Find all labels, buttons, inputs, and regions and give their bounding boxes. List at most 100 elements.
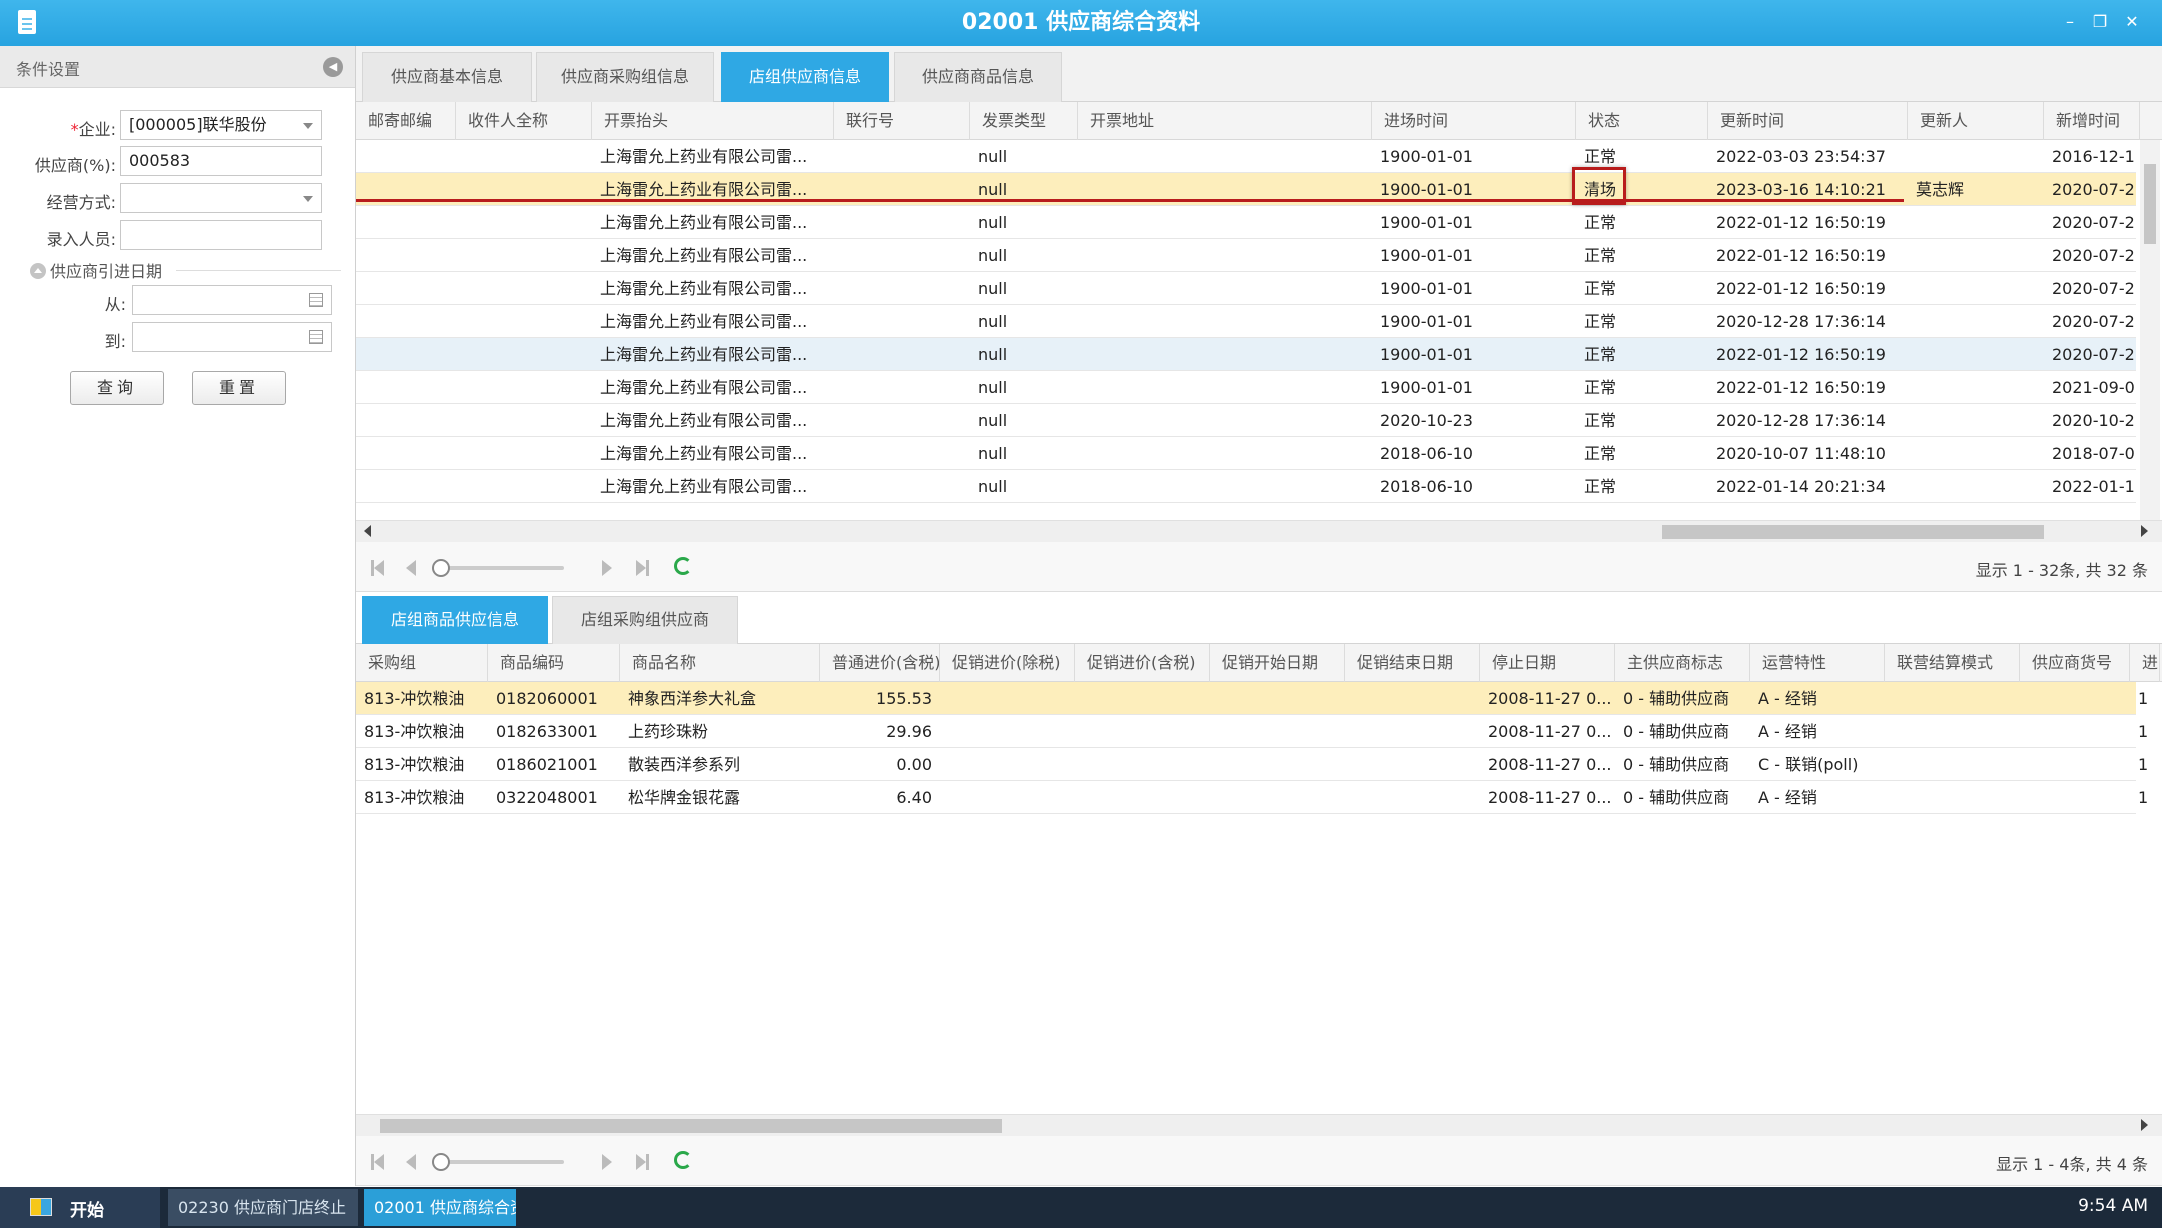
table-cell: 2022-01-12 16:50:19 — [1716, 378, 1886, 397]
next-page-icon[interactable] — [602, 560, 612, 576]
chevron-down-icon[interactable] — [303, 123, 313, 129]
collapse-left-icon[interactable]: ◀ — [323, 57, 343, 77]
prev-page-icon[interactable] — [406, 560, 416, 576]
column-header[interactable]: 促销开始日期 — [1210, 644, 1345, 682]
minimize-button[interactable]: – — [2060, 12, 2080, 32]
chevron-down-icon[interactable] — [303, 196, 313, 202]
column-header[interactable]: 开票抬头 — [592, 102, 834, 140]
scrollbar-thumb[interactable] — [380, 1119, 1002, 1133]
close-button[interactable]: ✕ — [2122, 12, 2142, 32]
tab-store-group-supplier[interactable]: 店组供应商信息 — [721, 52, 889, 102]
table-row[interactable]: 上海雷允上药业有限公司雷... null 1900-01-01 正常 2022-01-1… — [356, 338, 2136, 371]
table-row[interactable]: 813-冲饮粮油 0186021001 散装西洋参系列 0.00 2008-11-27 … — [356, 748, 2148, 781]
column-header[interactable]: 运营特性 — [1750, 644, 1885, 682]
table-cell: 813-冲饮粮油 — [364, 722, 465, 741]
company-select[interactable]: [000005]联华股份 — [120, 110, 322, 140]
tab-store-group-product-supply[interactable]: 店组商品供应信息 — [362, 596, 548, 644]
column-header[interactable]: 供应商货号 — [2020, 644, 2130, 682]
column-header[interactable]: 发票类型 — [970, 102, 1078, 140]
calendar-icon[interactable] — [309, 330, 323, 344]
table-row[interactable]: 813-冲饮粮油 0322048001 松华牌金银花露 6.40 2008-11-27 … — [356, 781, 2148, 814]
column-header[interactable]: 收件人全称 — [456, 102, 592, 140]
first-page-icon[interactable] — [374, 560, 384, 576]
horizontal-scrollbar[interactable] — [356, 1114, 2162, 1136]
start-button[interactable]: 开始 — [0, 1187, 160, 1228]
table-row[interactable]: 上海雷允上药业有限公司雷... null 1900-01-01 正常 2022-01-1… — [356, 371, 2136, 404]
column-header[interactable]: 新增时间 — [2044, 102, 2140, 140]
column-header[interactable]: 促销进价(除税) — [940, 644, 1075, 682]
tab-supplier-purchase-group[interactable]: 供应商采购组信息 — [536, 52, 714, 102]
last-page-icon[interactable] — [636, 1154, 646, 1170]
entry-person-input[interactable] — [120, 220, 322, 250]
table-row[interactable]: 上海雷允上药业有限公司雷... null 2018-06-10 正常 2020-10-0… — [356, 437, 2136, 470]
column-header[interactable]: 促销结束日期 — [1345, 644, 1480, 682]
scrollbar-thumb[interactable] — [2144, 164, 2156, 244]
column-header[interactable]: 邮寄邮编 — [356, 102, 456, 140]
table-row[interactable]: 上海雷允上药业有限公司雷... null 2018-06-10 正常 2022-01-1… — [356, 470, 2136, 503]
column-header[interactable]: 联营结算模式 — [1885, 644, 2020, 682]
vertical-scrollbar[interactable] — [2140, 140, 2160, 520]
table-row[interactable]: 上海雷允上药业有限公司雷... null 1900-01-01 正常 2022-01-1… — [356, 272, 2136, 305]
refresh-icon[interactable] — [674, 557, 692, 575]
table-row[interactable]: 上海雷允上药业有限公司雷... null 1900-01-01 正常 2022-01-1… — [356, 206, 2136, 239]
table-cell — [456, 437, 592, 470]
first-page-icon[interactable] — [374, 1154, 384, 1170]
operation-mode-select[interactable] — [120, 183, 322, 213]
date-to-input[interactable] — [132, 322, 332, 352]
page-slider-knob[interactable] — [432, 559, 450, 577]
column-header[interactable]: 状态 — [1576, 102, 1708, 140]
scroll-right-icon[interactable] — [2141, 1119, 2148, 1131]
collapse-up-icon[interactable] — [30, 263, 46, 279]
window-title: 02001 供应商综合资料 — [961, 10, 1201, 35]
column-header[interactable]: 主供应商标志 — [1615, 644, 1750, 682]
supplier-input[interactable]: 000583 — [120, 146, 322, 176]
column-header[interactable]: 进场时间 — [1372, 102, 1576, 140]
page-slider-knob[interactable] — [432, 1153, 450, 1171]
tab-supplier-basic[interactable]: 供应商基本信息 — [362, 52, 532, 102]
column-header[interactable]: 采购组 — [356, 644, 488, 682]
column-header[interactable]: 商品名称 — [620, 644, 820, 682]
supplier-field-row: 供应商(%): 000583 — [0, 146, 356, 178]
last-page-icon[interactable] — [636, 560, 646, 576]
tab-store-group-purchase-supplier[interactable]: 店组采购组供应商 — [552, 596, 738, 644]
tab-supplier-product[interactable]: 供应商商品信息 — [894, 52, 1062, 102]
column-header[interactable]: 普通进价(含税) — [820, 644, 940, 682]
query-button[interactable]: 查询 — [70, 371, 164, 405]
table-row[interactable]: 813-冲饮粮油 0182633001 上药珍珠粉 29.96 2008-11-27 0… — [356, 715, 2148, 748]
table-row[interactable]: 上海雷允上药业有限公司雷... null 1900-01-01 正常 2020-12-2… — [356, 305, 2136, 338]
table-cell — [456, 239, 592, 272]
date-group-toggle[interactable]: 供应商引进日期 — [30, 258, 162, 282]
column-header[interactable]: 更新人 — [1908, 102, 2044, 140]
next-page-icon[interactable] — [602, 1154, 612, 1170]
reset-button[interactable]: 重置 — [192, 371, 286, 405]
scroll-left-icon[interactable] — [364, 525, 371, 537]
column-header[interactable]: 进 — [2130, 644, 2160, 682]
prev-page-icon[interactable] — [406, 1154, 416, 1170]
column-header[interactable]: 停止日期 — [1480, 644, 1615, 682]
table-cell: 1900-01-01 — [1380, 213, 1473, 232]
column-header[interactable]: 促销进价(含税) — [1075, 644, 1210, 682]
horizontal-scrollbar[interactable] — [356, 520, 2162, 542]
company-label: *企业: — [70, 120, 116, 139]
table-row[interactable]: 上海雷允上药业有限公司雷... null 2020-10-23 正常 2020-12-2… — [356, 404, 2136, 437]
table-row[interactable]: 上海雷允上药业有限公司雷... null 1900-01-01 正常 2022-01-1… — [356, 239, 2136, 272]
refresh-icon[interactable] — [674, 1151, 692, 1169]
table-row[interactable]: 813-冲饮粮油 0182060001 神象西洋参大礼盒 155.53 2008-11-… — [356, 682, 2148, 715]
scroll-right-icon[interactable] — [2141, 525, 2148, 537]
taskbar-item[interactable]: 02230 供应商门店终止 — [168, 1189, 358, 1226]
column-header[interactable]: 更新时间 — [1708, 102, 1908, 140]
page-slider[interactable] — [432, 1160, 564, 1164]
scrollbar-thumb[interactable] — [1662, 525, 2044, 539]
table-cell: 0 - 辅助供应商 — [1623, 788, 1730, 807]
column-header[interactable]: 联行号 — [834, 102, 970, 140]
table-cell: null — [978, 411, 1008, 430]
table-cell: 上海雷允上药业有限公司雷... — [600, 411, 808, 430]
date-from-input[interactable] — [132, 285, 332, 315]
column-header[interactable]: 开票地址 — [1078, 102, 1372, 140]
calendar-icon[interactable] — [309, 293, 323, 307]
restore-button[interactable]: ❐ — [2090, 12, 2110, 32]
column-header[interactable]: 商品编码 — [488, 644, 620, 682]
taskbar-item-active[interactable]: 02001 供应商综合资料 — [364, 1189, 516, 1226]
table-row[interactable]: 上海雷允上药业有限公司雷... null 1900-01-01 正常 2022-03-0… — [356, 140, 2136, 173]
page-slider[interactable] — [432, 566, 564, 570]
